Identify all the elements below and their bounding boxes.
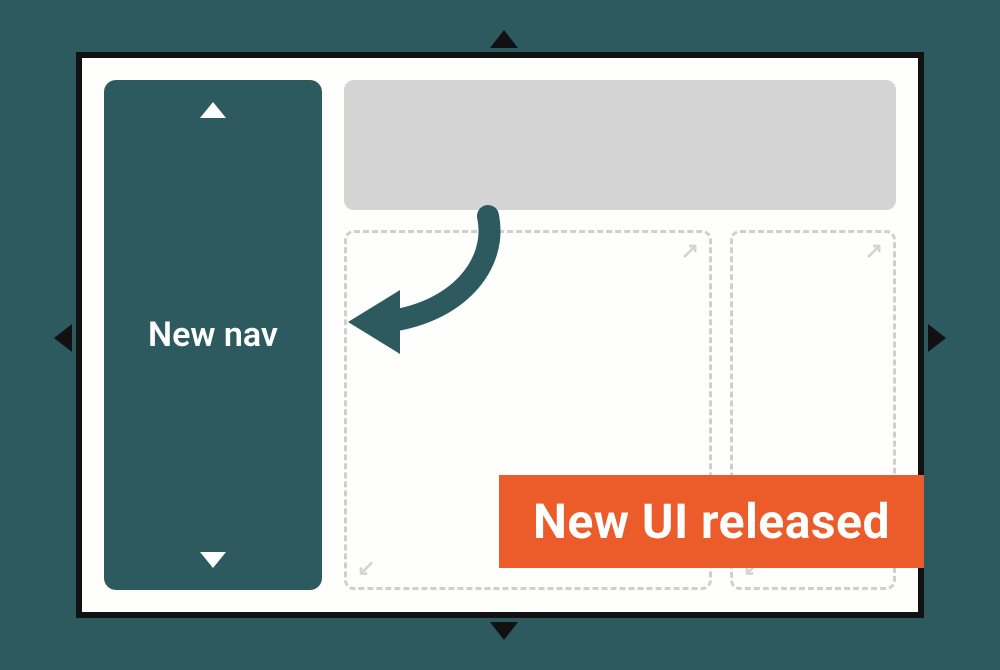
resize-handle-left-icon[interactable] <box>54 324 72 352</box>
expand-sw-icon[interactable]: ↙ <box>357 556 375 581</box>
expand-ne-icon[interactable]: ↗ <box>865 239 883 264</box>
caret-up-icon[interactable] <box>200 102 226 118</box>
sidebar-label: New nav <box>148 315 278 355</box>
app-frame: New nav ↗ ↙ ↗ ↙ New UI released <box>76 52 924 618</box>
sidebar-nav[interactable]: New nav <box>104 80 322 590</box>
release-banner-text: New UI released <box>533 493 890 550</box>
release-banner: New UI released <box>499 475 924 568</box>
resize-handle-bottom-icon[interactable] <box>490 622 518 640</box>
resize-handle-top-icon[interactable] <box>490 30 518 48</box>
expand-ne-icon[interactable]: ↗ <box>681 239 699 264</box>
resize-handle-right-icon[interactable] <box>928 324 946 352</box>
caret-down-icon[interactable] <box>200 552 226 568</box>
header-placeholder <box>344 80 896 210</box>
